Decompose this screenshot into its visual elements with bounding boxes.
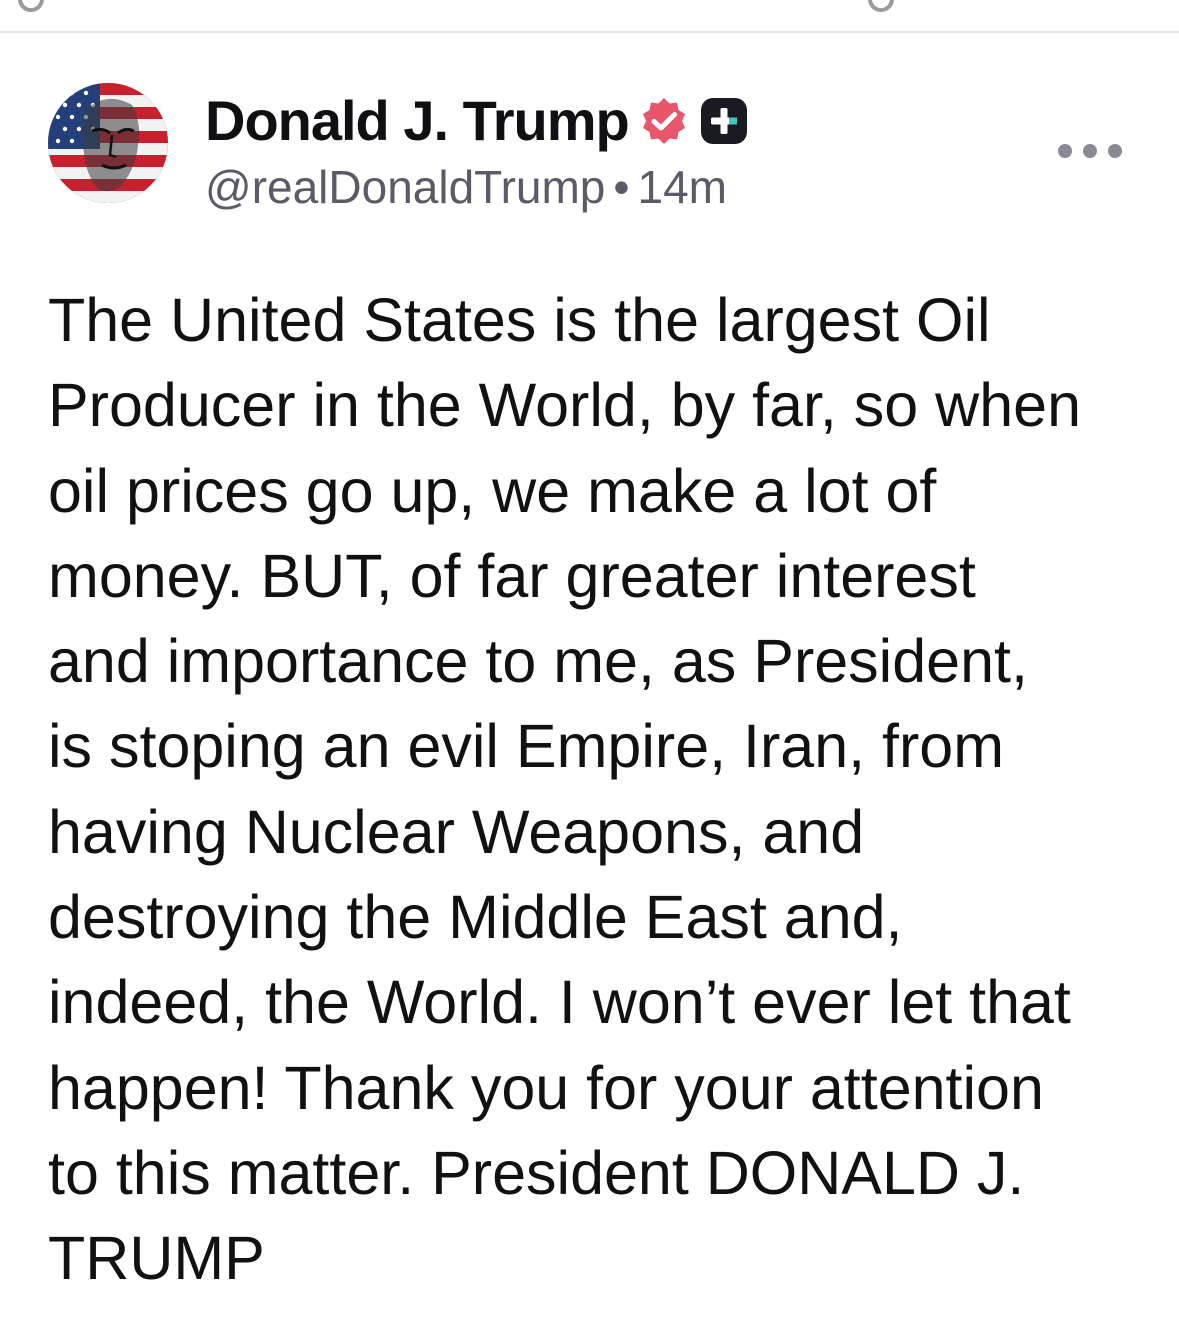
post-body-line: The United States is the largest Oil (48, 286, 991, 354)
post-card[interactable]: Donald J. Trump @realDonaldTrump • 14m The… (0, 33, 1179, 1330)
author-handle[interactable]: @realDonaldTrump (205, 161, 605, 213)
partial-icon (868, 0, 894, 12)
avatar-flag-portrait-icon (48, 83, 168, 203)
post-body-line: happen! Thank you for your attention (48, 1053, 1044, 1122)
more-dot (1058, 144, 1072, 158)
author-name-row: Donald J. Trump (205, 91, 749, 151)
avatar[interactable] (48, 83, 168, 203)
post-body-line: indeed, the World. I won’t ever let that (48, 968, 1071, 1037)
meta-separator: • (613, 161, 630, 213)
post-body-line: TRUMP (48, 1224, 265, 1293)
post-body-line: money. BUT, of far greater interest (48, 541, 976, 610)
post-body-line: having Nuclear Weapons, and (48, 797, 865, 866)
post-body-line: is stoping an evil Empire, Iran, from (48, 712, 1005, 781)
more-dot (1083, 144, 1097, 158)
post-body-line: to this matter. President DONALD J. (48, 1138, 1025, 1207)
post-body-line: oil prices go up, we make a lot of (48, 456, 937, 525)
plus-badge-icon (699, 96, 749, 146)
more-options-icon[interactable] (1058, 138, 1122, 164)
more-dot (1108, 144, 1122, 158)
previous-post-remnant (0, 0, 1179, 30)
post-body-line: and importance to me, as President, (48, 627, 1028, 696)
partial-icon (18, 0, 44, 12)
author-display-name[interactable]: Donald J. Trump (205, 91, 630, 151)
post-body-line: destroying the Middle East and, (48, 883, 903, 952)
post-body-line: Producer in the World, by far, so when (48, 371, 1082, 440)
post-body-text: The United States is the largest Oil Pro… (48, 278, 1148, 1302)
post-timestamp[interactable]: 14m (637, 161, 726, 213)
verified-badge-icon (639, 96, 689, 146)
author-meta: @realDonaldTrump • 14m (205, 160, 727, 214)
